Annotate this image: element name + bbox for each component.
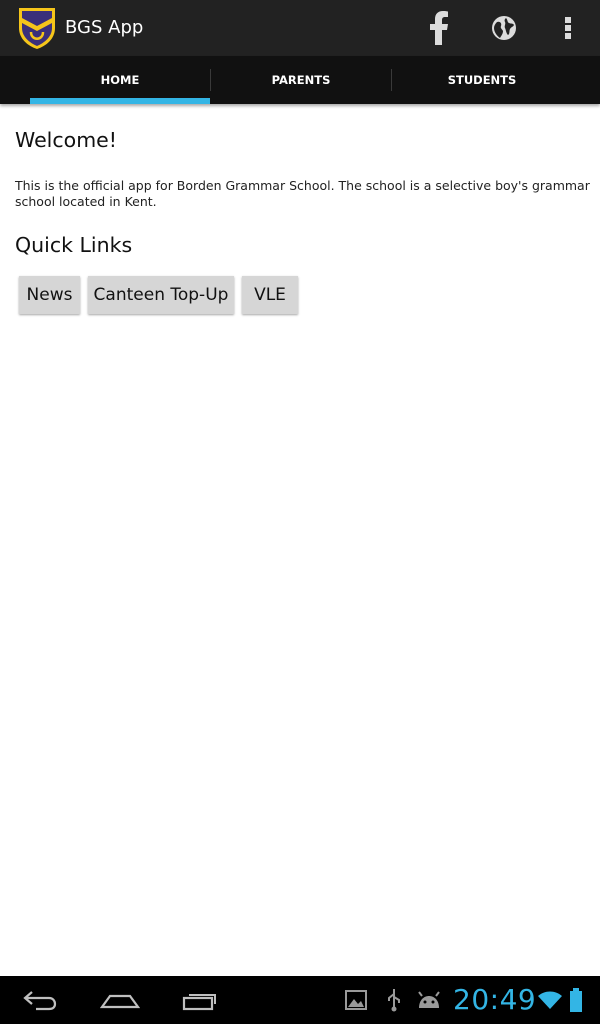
tab-parents[interactable]: PARENTS: [211, 56, 391, 104]
vle-button[interactable]: VLE: [242, 276, 298, 314]
clock: 20:49: [453, 983, 537, 1016]
welcome-text: This is the official app for Borden Gram…: [15, 178, 590, 209]
wifi-icon: [536, 976, 564, 1024]
canteen-top-up-button[interactable]: Canteen Top-Up: [88, 276, 234, 314]
usb-icon: [380, 976, 408, 1024]
gallery-notification-icon: [342, 976, 370, 1024]
school-crest-icon[interactable]: [17, 6, 57, 50]
tab-students[interactable]: STUDENTS: [392, 56, 572, 104]
facebook-icon[interactable]: [415, 0, 463, 56]
quick-links-heading: Quick Links: [15, 233, 133, 257]
overflow-menu-icon[interactable]: [548, 0, 588, 56]
android-debug-icon: [414, 976, 444, 1024]
globe-icon[interactable]: [480, 0, 528, 56]
battery-icon: [566, 976, 586, 1024]
welcome-heading: Welcome!: [15, 128, 117, 152]
system-bar: 20:49: [0, 976, 600, 1024]
tab-home[interactable]: HOME: [30, 56, 210, 104]
action-bar: BGS App: [0, 0, 600, 56]
selected-tab-indicator: [30, 98, 210, 104]
recent-apps-icon[interactable]: [170, 976, 230, 1024]
news-button[interactable]: News: [19, 276, 80, 314]
back-icon[interactable]: [10, 976, 70, 1024]
home-icon[interactable]: [90, 976, 150, 1024]
app-title: BGS App: [65, 17, 144, 38]
tab-bar: HOME PARENTS STUDENTS: [0, 56, 600, 104]
